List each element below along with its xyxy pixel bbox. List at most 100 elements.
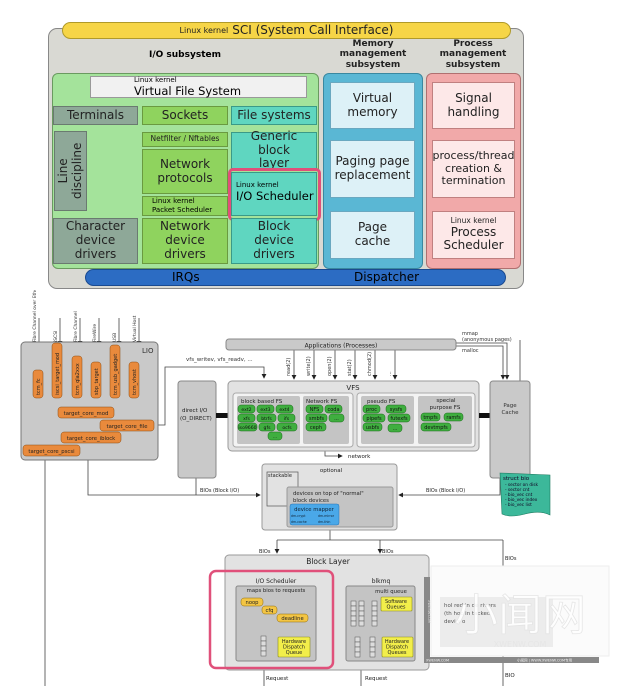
sci-prefix: Linux kernel (179, 25, 229, 35)
direct-io-connector (216, 413, 228, 418)
io-sched-subtitle: maps bios to requests (247, 588, 306, 594)
queue-cell (358, 615, 365, 622)
fs-chip-label: smbfs (309, 416, 324, 422)
scheduler-chip-label: noop (246, 600, 260, 606)
fs-chip-label: gfs (264, 425, 272, 431)
lio-title: LIO (142, 347, 154, 355)
watermark-side-text: XWENW.COM (427, 600, 431, 623)
page-cache-box: Page cache (330, 211, 415, 259)
syscall-label: read(2) (286, 358, 292, 376)
queue-cell (354, 636, 361, 643)
character-device-drivers-box: Character device drivers (53, 218, 138, 264)
queue-cell (350, 610, 357, 617)
watermark-url: XWENW.COM (494, 640, 547, 649)
queue-cell (369, 651, 376, 658)
input-label: FireWire (92, 324, 98, 342)
queue-cell (358, 605, 365, 612)
queue-cell (350, 620, 357, 627)
request-label-1: Request (266, 676, 289, 682)
vfs-label: Virtual File System (134, 84, 242, 98)
target-core-pscsi-label: target_core_pscsi (28, 449, 74, 455)
process-scheduler-box: Linux kernel Process Scheduler (432, 211, 515, 259)
irq-dispatcher-bar (85, 269, 506, 286)
packet-scheduler-box: Linux kernel Packet Scheduler (142, 196, 228, 216)
device-mapper-label: device mapper (294, 507, 334, 513)
vfs-stack-title: VFS (346, 384, 360, 392)
block-layer-title: Block Layer (306, 557, 350, 566)
applications-label: Applications (Processes) (305, 343, 378, 350)
optional-title: optional (320, 468, 343, 474)
devices-title: devices on top of "normal" (293, 491, 364, 497)
fs-chip-label: usbfs (366, 425, 380, 431)
fs-chip-label: ... (393, 426, 398, 432)
fs-chip-label: coda (327, 407, 339, 413)
fs-chip-label: ... (273, 435, 277, 440)
queue-cell (260, 640, 267, 647)
fabric-module-label: tcm_usb_gadget (113, 354, 119, 395)
queue-cell (260, 645, 267, 652)
block-fs-title: block based FS (241, 399, 283, 405)
fabric-module-label: tcm_vhost (132, 369, 138, 395)
memory-subsystem-title: Memory management subsystem (339, 39, 407, 70)
network-fs-title: Network FS (306, 399, 338, 405)
devices-title-2: block devices (293, 498, 329, 504)
syscall-label: chmod(2) (367, 352, 373, 376)
vfs-prefix: Linux kernel (134, 76, 177, 84)
dm-target-label: dm-mirror (318, 514, 335, 518)
syscall-label: stat(2) (347, 359, 353, 376)
virtual-memory-box: Virtual memory (330, 82, 415, 129)
network-label: network (348, 454, 371, 460)
generic-block-layer-box: Generic block layer (231, 129, 317, 170)
fs-chip-label: ocfs (282, 425, 292, 431)
request-label-2: Request (365, 676, 388, 682)
fs-chip-label: proc (366, 407, 377, 413)
fs-chip-label: btrfs (261, 416, 272, 422)
bios-label-1: BIOs (259, 549, 271, 555)
queue-cell (369, 641, 376, 648)
vfs-pagecache-connector (479, 413, 490, 418)
queue-cell (354, 651, 361, 658)
queue-cell (260, 650, 267, 657)
dm-target-label: dm-cache (291, 520, 307, 524)
line-discipline-box: Line discipline (54, 131, 87, 211)
queue-cell (371, 605, 378, 612)
signal-handling-box: Signal handling (432, 82, 515, 129)
page-cache-sub: Cache (501, 410, 519, 416)
stackable-label: stackable (268, 473, 292, 479)
queue-cell (358, 600, 365, 607)
fabric-module-label: tcm_fc (36, 378, 42, 395)
target-core-mod-label: target_core_mod (64, 411, 109, 417)
fs-chip-label: iso9660 (238, 425, 256, 431)
pseudo-fs-title: pseudo FS (367, 399, 396, 405)
vfs-calls-label: vfs_writev, vfs_readv, ... (186, 357, 253, 363)
blkmq-subtitle: multi queue (375, 589, 407, 595)
dm-target-label: dm-thin (318, 520, 330, 524)
blkmq-title: blkmq (372, 578, 391, 585)
input-label: Fibre Channel (73, 311, 79, 342)
queue-cell (358, 610, 365, 617)
network-device-drivers-box: Network device drivers (142, 218, 228, 264)
queue-cell (371, 610, 378, 617)
process-subsystem-title: Process management subsystem (439, 39, 507, 70)
queue-cell (371, 620, 378, 627)
direct-io-sub: (O_DIRECT) (180, 416, 212, 422)
storage-stack-diagram: LIO Fibre Channel over Ethernet iSCSI Fibr… (20, 290, 610, 686)
input-label: Fibre Channel over Ethernet (32, 290, 38, 342)
dispatcher-label: Dispatcher (354, 270, 420, 284)
irqs-label: IRQs (172, 270, 200, 284)
queue-cell (371, 615, 378, 622)
page-cache-label: Page (503, 403, 517, 409)
vfs-box: Linux kernel Virtual File System (90, 76, 307, 98)
io-subsystem-title: I/O subsystem (149, 50, 221, 60)
fs-chip-label: ceph (310, 425, 322, 431)
paging-box: Paging page replacement (330, 140, 415, 198)
hw-queues-label: Queues (387, 650, 406, 656)
watermark-logo: 小闻网 (454, 590, 586, 641)
fabric-module-label: iscsi_target_mod (55, 353, 61, 395)
queue-cell (350, 605, 357, 612)
fabric-module-label: tcm_qla2xxx (75, 363, 81, 395)
special-fs-title: special (436, 398, 456, 404)
bios-block-io-right: BIOs (Block I/O) (426, 488, 465, 494)
direct-io-label: direct I/O (182, 408, 208, 414)
bio-label: BIO (505, 673, 515, 679)
